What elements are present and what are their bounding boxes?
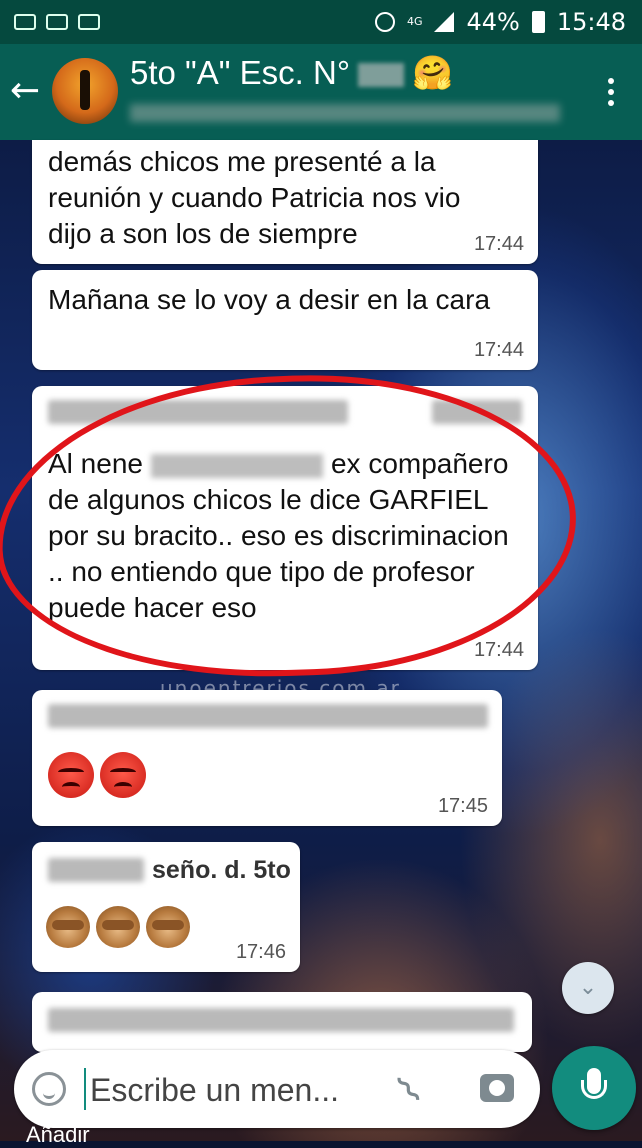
signal-icon bbox=[434, 12, 455, 32]
redacted-name bbox=[150, 453, 323, 478]
microphone-button[interactable] bbox=[552, 1046, 636, 1130]
attach-icon[interactable]: ⌇ bbox=[388, 1067, 431, 1113]
emoji-row bbox=[46, 906, 196, 953]
message-composer: ⌇ bbox=[14, 1050, 540, 1128]
message-time: 17:44 bbox=[473, 639, 524, 661]
message-time: 17:44 bbox=[473, 339, 524, 361]
network-type: 4G bbox=[406, 15, 423, 28]
redacted-phone bbox=[432, 400, 522, 424]
gallery-notification-icon bbox=[14, 14, 36, 30]
emoji-icon[interactable] bbox=[32, 1072, 66, 1106]
message-bubble[interactable]: Mañana se lo voy a desir en la cara 17:4… bbox=[32, 270, 538, 370]
message-bubble[interactable]: Al nene ex compañero de algunos chicos le… bbox=[32, 386, 538, 670]
overflow-menu-icon[interactable] bbox=[608, 78, 614, 111]
message-text: demás chicos me presenté a la reunión y … bbox=[48, 146, 461, 249]
angry-face-emoji bbox=[48, 752, 94, 798]
angry-face-emoji bbox=[100, 752, 146, 798]
hugging-face-emoji: 🤗 bbox=[412, 54, 454, 91]
message-text: Mañana se lo voy a desir en la cara bbox=[48, 284, 491, 315]
battery-icon bbox=[531, 11, 545, 33]
message-bubble[interactable]: 17:45 bbox=[32, 690, 502, 826]
clock: 15:48 bbox=[556, 8, 626, 36]
speak-no-evil-monkey-icon bbox=[96, 906, 140, 948]
message-time: 17:44 bbox=[473, 233, 524, 255]
redacted-participants bbox=[130, 104, 560, 122]
see-no-evil-monkey-icon bbox=[46, 906, 90, 948]
voicemail-icon bbox=[78, 14, 100, 30]
alarm-icon bbox=[374, 12, 395, 32]
status-bar: 4G 44% 15:48 bbox=[0, 0, 642, 44]
message-bubble[interactable]: demás chicos me presenté a la reunión y … bbox=[32, 140, 538, 264]
message-bubble[interactable] bbox=[32, 992, 532, 1052]
chat-title[interactable]: 5to "A" Esc. N° 🤗 bbox=[130, 54, 453, 93]
bottom-label: Añadir bbox=[26, 1122, 90, 1147]
message-input[interactable] bbox=[88, 1066, 392, 1114]
message-text-start: Al nene bbox=[48, 448, 143, 479]
scroll-down-button[interactable]: ⌄ bbox=[562, 962, 614, 1014]
text-cursor bbox=[84, 1068, 86, 1110]
chat-header: ← 5to "A" Esc. N° 🤗 bbox=[0, 44, 642, 140]
redacted-school-number bbox=[358, 63, 405, 88]
back-arrow-icon[interactable]: ← bbox=[10, 70, 40, 111]
redacted-sender bbox=[48, 858, 144, 882]
redacted-sender bbox=[48, 1008, 514, 1032]
camera-icon[interactable] bbox=[480, 1074, 514, 1102]
redacted-sender bbox=[48, 704, 488, 728]
hear-no-evil-monkey-icon bbox=[146, 906, 190, 948]
redacted-sender bbox=[48, 400, 348, 424]
sender-name: seño. d. 5to bbox=[152, 856, 291, 884]
battery-percent: 44% bbox=[466, 8, 520, 36]
message-text: Al nene ex compañero de algunos chicos le… bbox=[48, 446, 518, 626]
message-bubble[interactable]: seño. d. 5to 17:46 bbox=[32, 842, 300, 972]
group-avatar[interactable] bbox=[52, 58, 118, 124]
app-notification-icon bbox=[46, 14, 68, 30]
chat-title-text: 5to "A" Esc. N° bbox=[130, 54, 351, 91]
message-time: 17:45 bbox=[437, 795, 488, 817]
emoji-row bbox=[48, 752, 152, 803]
message-time: 17:46 bbox=[235, 941, 286, 963]
